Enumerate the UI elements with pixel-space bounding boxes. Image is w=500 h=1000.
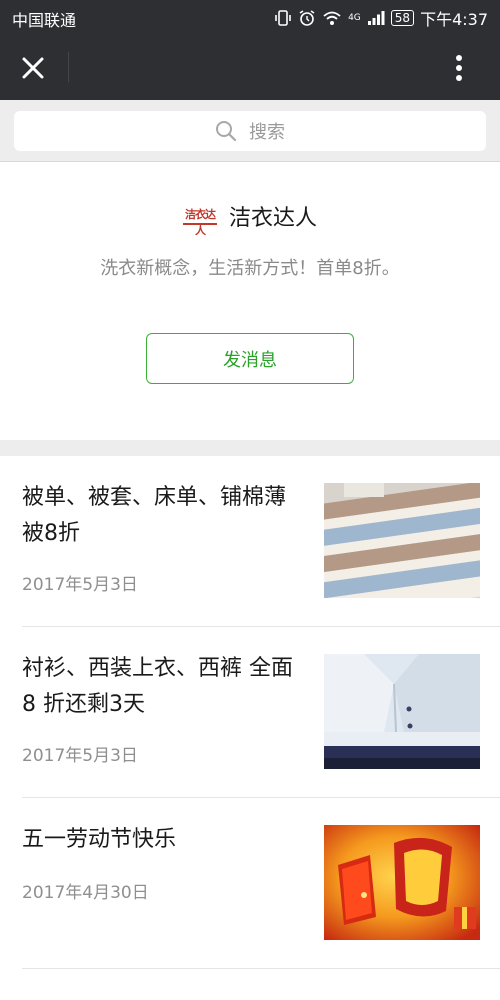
wifi-icon — [323, 11, 341, 25]
search-placeholder: 搜索 — [249, 122, 285, 143]
close-icon[interactable] — [16, 51, 50, 85]
article-item[interactable]: 被单、被套、床单、铺棉薄被8折 2017年5月3日 — [0, 456, 500, 627]
article-item[interactable]: 衬衫、西装上衣、西裤 全面 8 折还剩3天 2017年5月3日 — [0, 627, 500, 798]
nav-bar — [0, 34, 500, 100]
more-vertical-icon[interactable] — [442, 51, 476, 85]
network-type: 4G — [348, 13, 361, 23]
article-title: 五一劳动节快乐 — [22, 827, 177, 852]
account-header: 洁衣达人 洁衣达人 — [0, 200, 500, 237]
account-profile: 洁衣达人 洁衣达人 洗衣新概念，生活新方式！首单8折。 发消息 — [0, 162, 500, 440]
article-list: 被单、被套、床单、铺棉薄被8折 2017年5月3日 衬衫、西装上衣、西裤 全面 … — [0, 456, 500, 1000]
clock: 下午4:37 — [420, 10, 488, 29]
search-input[interactable]: 搜索 — [14, 111, 486, 151]
search-area: 搜索 — [0, 100, 500, 162]
status-icons: 4G 58 下午4:37 — [274, 6, 488, 30]
article-date: 2017年4月30日 — [22, 883, 149, 903]
carrier-name: 中国联通 — [12, 11, 77, 30]
article-thumbnail — [324, 483, 480, 598]
send-message-button[interactable]: 发消息 — [146, 333, 354, 384]
article-thumbnail — [324, 825, 480, 940]
article-item[interactable]: 五一劳动节快乐 2017年4月30日 — [0, 798, 500, 969]
vibrate-icon — [275, 10, 291, 26]
battery-level: 58 — [390, 10, 415, 26]
article-title: 被单、被套、床单、铺棉薄被8折 — [22, 485, 287, 546]
article-title: 衬衫、西装上衣、西裤 全面 8 折还剩3天 — [22, 656, 293, 717]
account-logo: 洁衣达人 — [182, 208, 217, 237]
signal-icon — [367, 11, 385, 25]
status-bar: 中国联通 4G 58 下午4:37 — [0, 0, 500, 34]
article-separator — [22, 968, 500, 969]
account-name: 洁衣达人 — [228, 206, 317, 231]
alarm-icon — [299, 10, 315, 26]
account-description: 洗衣新概念，生活新方式！首单8折。 — [100, 258, 400, 279]
search-icon — [216, 121, 237, 142]
article-date: 2017年5月3日 — [22, 575, 138, 595]
article-thumbnail — [324, 654, 480, 769]
article-date: 2017年5月3日 — [22, 746, 138, 766]
nav-divider — [68, 52, 69, 82]
